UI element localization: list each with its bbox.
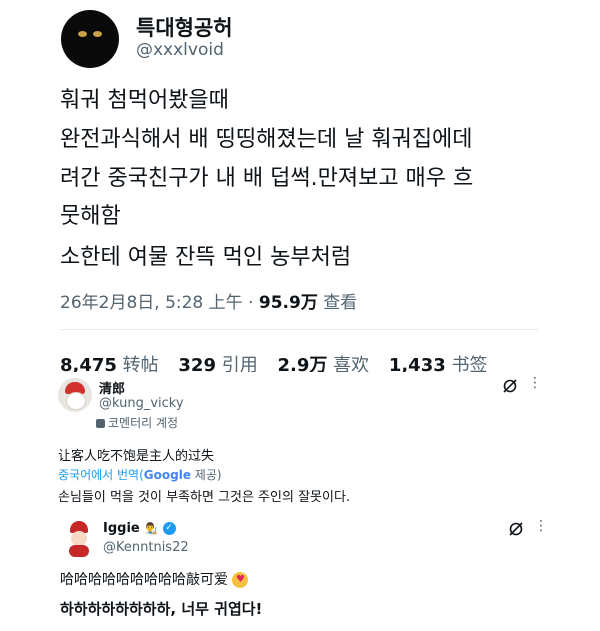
reply-translation: 하하하하하하하하, 너무 귀엽다!	[60, 600, 263, 618]
community-badge: 코멘터리 계정	[96, 414, 178, 431]
community-badge-label: 코멘터리 계정	[108, 416, 179, 430]
tweet-text-line: 훠궈 첨먹어봤을때	[60, 88, 229, 113]
tweet-text-line: 소한테 여물 잔뜩 먹인 농부처럼	[60, 245, 352, 270]
reply-author-handle[interactable]: @Kenntnis22	[103, 540, 189, 555]
google-logo: Google	[143, 468, 191, 482]
views-label: 查看	[323, 293, 358, 313]
tweet-text-line: 완전과식해서 배 띵띵해졌는데 날 훠궈집에데	[60, 127, 473, 152]
author-name[interactable]: 특대형공허	[136, 12, 233, 42]
reply-text: 哈哈哈哈哈哈哈哈哈敲可爱	[60, 572, 228, 588]
avatar-eye-icon	[93, 31, 102, 37]
tweet-text-line: 뭇해함	[60, 204, 121, 229]
reply-text: 让客人吃不饱是主人的过失	[58, 449, 215, 464]
translate-prefix[interactable]: 중국어에서 번역(	[58, 468, 144, 482]
divider	[60, 329, 538, 330]
reply-text-row: 哈哈哈哈哈哈哈哈哈敲可爱 ♥	[60, 569, 249, 589]
author-avatar[interactable]	[61, 10, 119, 68]
more-options-icon[interactable]: ⋮	[534, 518, 548, 534]
heart-eyes-emoji-icon: ♥	[232, 572, 249, 588]
reply-author-name[interactable]: Iggie	[103, 521, 140, 536]
translate-suffix: 제공)	[190, 468, 222, 482]
grok-logo-icon[interactable]	[508, 521, 524, 537]
reply-author-name[interactable]: 清郎	[99, 378, 125, 397]
reply-avatar[interactable]	[58, 378, 92, 412]
translation-attribution[interactable]: 중국어에서 번역(Google 제공)	[58, 466, 222, 483]
badge-icon	[96, 419, 105, 428]
verified-badge-icon: ✓	[162, 522, 176, 535]
views-count: 95.9万	[258, 293, 318, 313]
creator-badge-icon: 👨‍🎨	[144, 522, 158, 535]
reply-author-name-row: Iggie 👨‍🎨 ✓	[103, 521, 176, 536]
avatar-eye-icon	[78, 31, 87, 37]
grok-logo-icon[interactable]	[502, 378, 518, 394]
author-handle[interactable]: @xxxlvoid	[136, 40, 224, 60]
tweet-timestamp[interactable]: 26年2月8日, 5:28 上午	[60, 293, 243, 313]
tweet-text-line: 려간 중국친구가 내 배 덥썩.만져보고 매우 흐	[60, 166, 474, 191]
reply-card: Iggie 👨‍🎨 ✓ @Kenntnis22 ⋮ 哈哈哈哈哈哈哈哈哈敲可爱 ♥…	[52, 515, 548, 625]
reply-author-handle[interactable]: @kung_vicky	[99, 396, 184, 411]
reply-translation: 손님들이 먹을 것이 부족하면 그것은 주인의 잘못이다.	[58, 490, 351, 505]
reply-card: 清郎 @kung_vicky 코멘터리 계정 ⋮ 让客人吃不饱是主人的过失 중국…	[52, 372, 546, 507]
tweet-meta: 26年2月8日, 5:28 上午 · 95.9万 查看	[60, 288, 357, 313]
meta-separator: ·	[248, 293, 254, 313]
more-options-icon[interactable]: ⋮	[528, 375, 542, 391]
reply-avatar[interactable]	[64, 521, 96, 557]
